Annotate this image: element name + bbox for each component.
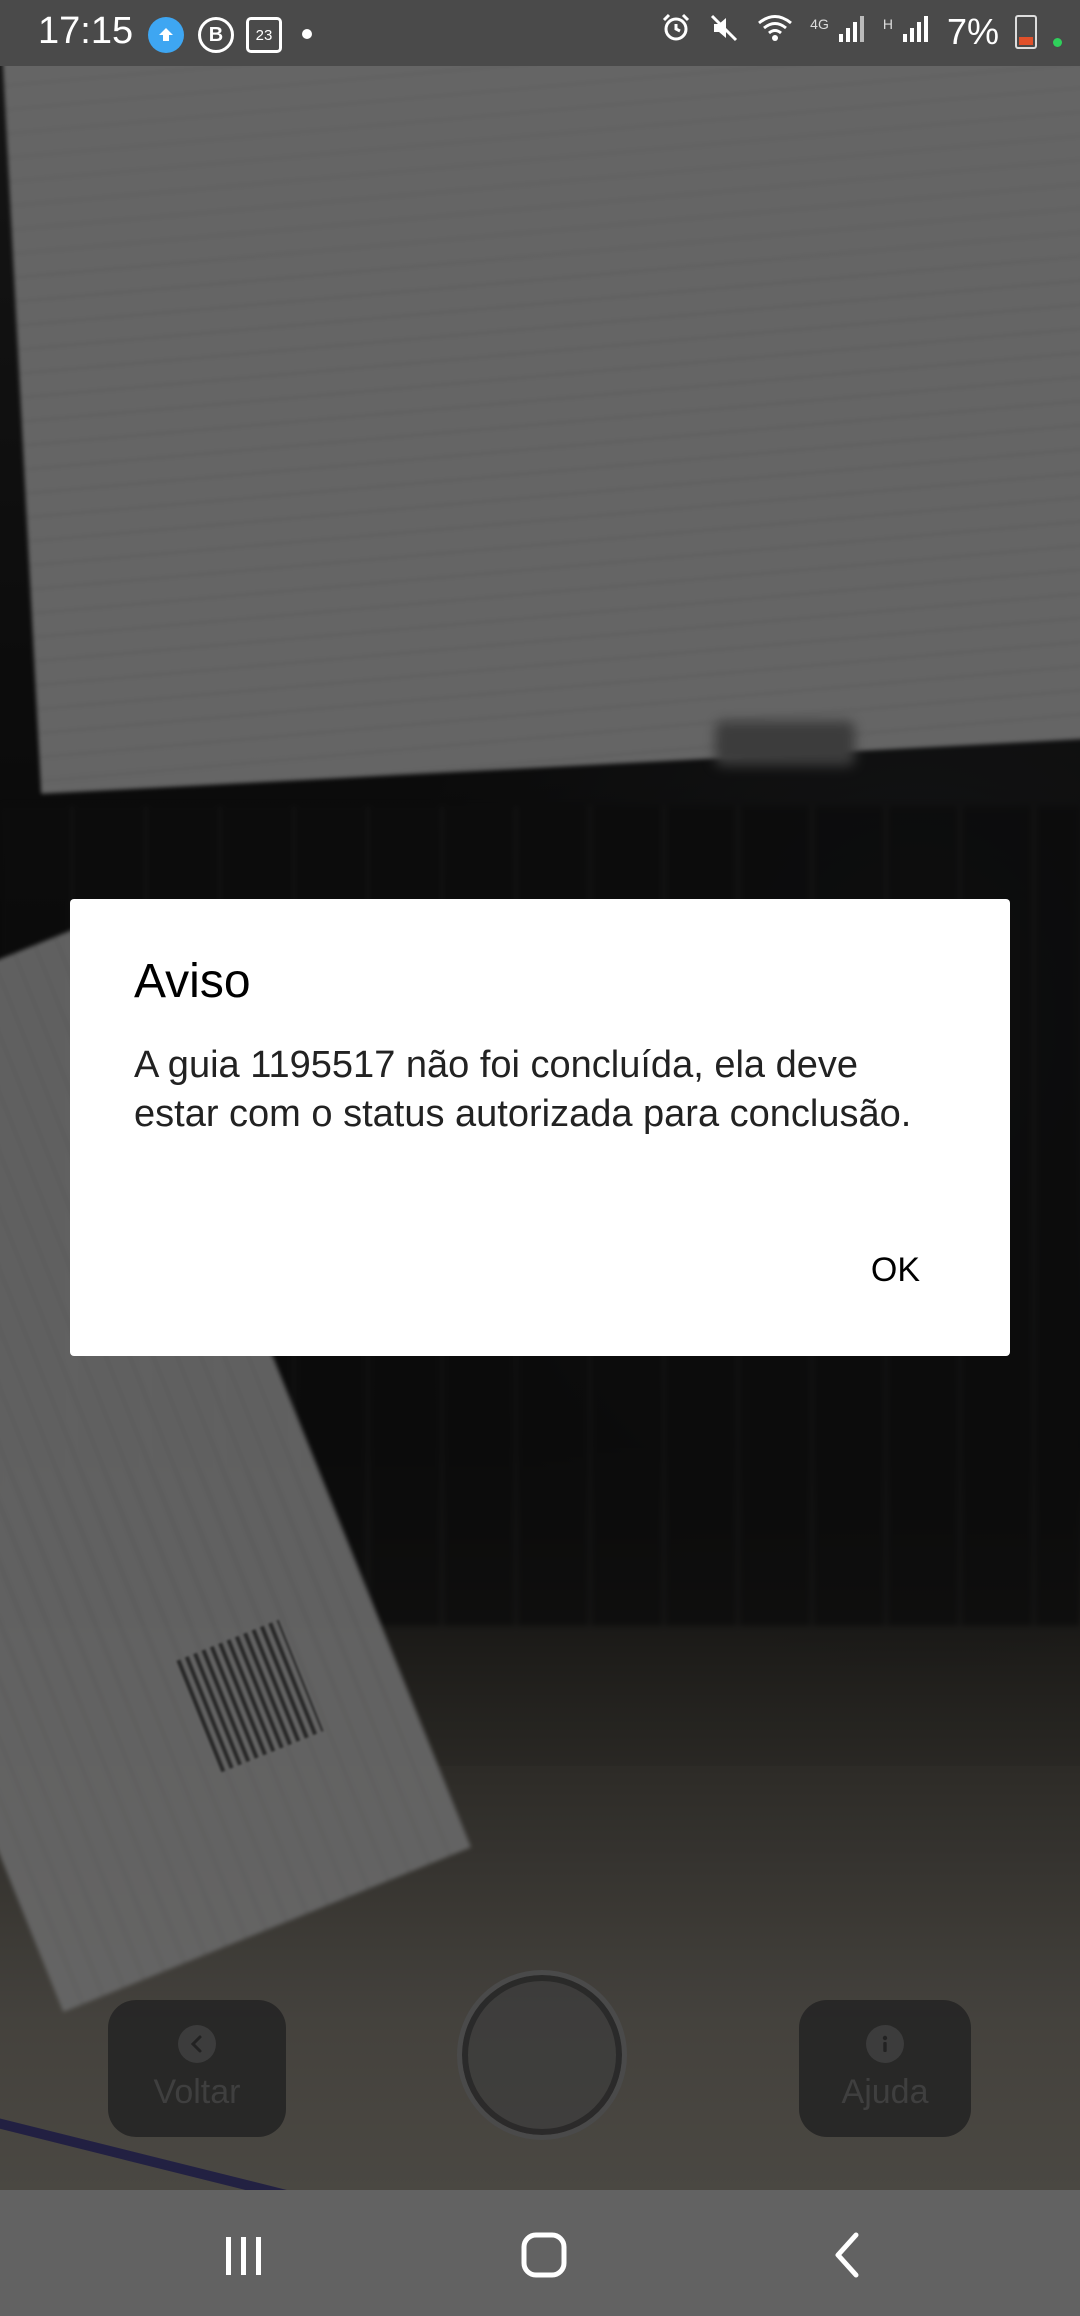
notification-dot — [302, 29, 312, 39]
battery-icon — [1015, 15, 1037, 49]
clock: 17:15 — [38, 10, 134, 52]
network-h-label: H — [882, 16, 893, 32]
dialog-title: Aviso — [134, 955, 251, 1008]
voltar-label: Voltar — [153, 2073, 241, 2111]
ajuda-label: Ajuda — [841, 2073, 929, 2111]
shutter-button[interactable] — [457, 1970, 627, 2140]
back-icon[interactable] — [818, 2230, 878, 2280]
cloud-app-icon — [148, 17, 184, 53]
signal-icon — [837, 11, 867, 53]
ok-button[interactable]: OK — [871, 1251, 920, 1290]
signal-icon — [901, 11, 931, 53]
alert-dialog: Aviso A guia 1195517 não foi concluída, … — [70, 899, 1010, 1356]
status-bar: 17:15 B 23 4G H 7% — [0, 0, 1080, 66]
alarm-icon — [660, 11, 692, 53]
navigation-bar — [0, 2190, 1080, 2316]
battery-percent: 7% — [946, 11, 999, 52]
info-icon — [866, 2025, 904, 2063]
chevron-left-icon — [178, 2025, 216, 2063]
network-4g-label: 4G — [810, 16, 829, 32]
ajuda-button[interactable]: Ajuda — [799, 2000, 971, 2137]
dialog-message: A guia 1195517 não foi concluída, ela de… — [134, 1044, 912, 1135]
mute-icon — [708, 11, 740, 53]
recent-apps-icon[interactable] — [214, 2230, 274, 2280]
privacy-indicator — [1053, 37, 1062, 47]
b-app-icon: B — [198, 17, 234, 53]
voltar-button[interactable]: Voltar — [108, 2000, 286, 2137]
home-icon[interactable] — [514, 2230, 574, 2280]
wifi-icon — [756, 11, 794, 53]
calendar-icon: 23 — [246, 17, 282, 53]
